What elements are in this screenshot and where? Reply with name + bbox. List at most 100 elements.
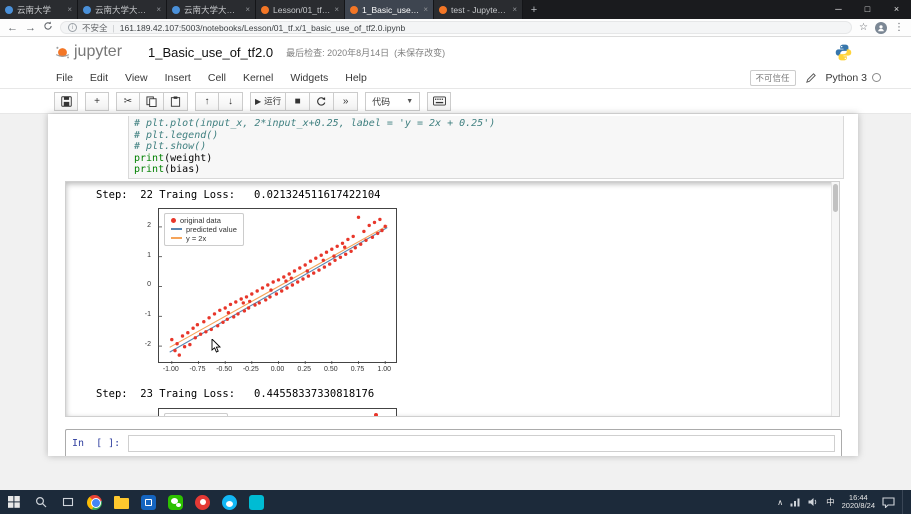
y-axis-tick-labels: 210-1-2: [136, 208, 155, 363]
plot-legend: original data predicted value y = 2x: [164, 213, 244, 246]
file-explorer-icon: [114, 498, 129, 509]
legend-label: predicted value: [186, 225, 237, 234]
start-button[interactable]: [0, 490, 27, 514]
maximize-button[interactable]: □: [853, 0, 882, 19]
kernel-status-icon: [872, 73, 881, 82]
tab-close-icon[interactable]: ×: [512, 5, 517, 14]
menu-insert[interactable]: Insert: [165, 72, 191, 84]
hidden-icons-caret[interactable]: ∧: [777, 498, 783, 507]
tab-close-icon[interactable]: ×: [156, 5, 161, 14]
browser-tab[interactable]: 云南大学 ×: [0, 0, 78, 19]
jupyter-favicon: [439, 6, 447, 14]
jupyter-logo[interactable]: jupyter: [54, 43, 122, 61]
avatar[interactable]: [875, 22, 887, 34]
save-icon: [61, 96, 72, 107]
move-cell-up-button[interactable]: ↑: [195, 92, 219, 111]
menu-kernel[interactable]: Kernel: [243, 72, 273, 84]
scatter-point: [374, 413, 378, 417]
tab-close-icon[interactable]: ×: [67, 5, 72, 14]
tab-title: 云南大学大数据管理系统: [184, 4, 241, 16]
notebook-container: # plt.plot(input_x, 2*input_x+0.25, labe…: [48, 114, 858, 456]
matplotlib-figure-partial: original data: [136, 406, 398, 417]
taskbar-file-explorer-button[interactable]: [108, 490, 135, 514]
taskbar-clock[interactable]: 16:44 2020/8/24: [842, 494, 875, 511]
forward-icon[interactable]: →: [25, 19, 36, 37]
wechat-icon: [168, 495, 183, 510]
taskbar-search-button[interactable]: [27, 490, 54, 514]
empty-code-cell[interactable]: In [ ]:: [65, 429, 842, 456]
plot-area: original data predicted value y = 2x: [158, 208, 397, 363]
action-center-icon[interactable]: [882, 497, 895, 508]
output-text-step22: Step: 22 Traing Loss: 0.0213245116174221…: [96, 189, 839, 201]
restart-run-all-button[interactable]: »: [334, 92, 358, 111]
browser-tab-active[interactable]: 1_Basic_use_of_tf2.0 - Jupyter ×: [345, 0, 434, 19]
paste-cell-button[interactable]: [164, 92, 188, 111]
plot-area-partial: original data: [158, 408, 397, 417]
close-button[interactable]: ×: [882, 0, 911, 19]
site-favicon: [5, 6, 13, 14]
code-cell-input[interactable]: # plt.plot(input_x, 2*input_x+0.25, labe…: [128, 116, 844, 179]
menu-help[interactable]: Help: [345, 72, 367, 84]
url-bar[interactable]: i 不安全 | 161.189.42.107:5003/notebooks/Le…: [60, 21, 852, 34]
cell-type-select[interactable]: 代码 ▼: [365, 92, 420, 111]
code-editor[interactable]: # plt.plot(input_x, 2*input_x+0.25, labe…: [134, 118, 838, 176]
info-icon[interactable]: i: [68, 23, 77, 32]
network-icon[interactable]: [790, 497, 801, 507]
kernel-name: Python 3: [826, 72, 867, 84]
menu-view[interactable]: View: [125, 72, 148, 84]
legend-label: y = 2x: [186, 234, 206, 243]
menu-file[interactable]: File: [56, 72, 73, 84]
notebook-title[interactable]: 1_Basic_use_of_tf2.0: [148, 45, 273, 60]
red-app-icon: [195, 495, 210, 510]
output-scrollbar-thumb[interactable]: [833, 184, 838, 212]
copy-cell-button[interactable]: [140, 92, 164, 111]
cell-output-scroll-area[interactable]: Step: 22 Traing Loss: 0.0213245116174221…: [65, 181, 840, 417]
overflow-menu-icon[interactable]: ⋮: [894, 22, 904, 33]
tab-close-icon[interactable]: ×: [334, 5, 339, 14]
command-palette-button[interactable]: [427, 92, 451, 111]
new-tab-button[interactable]: +: [523, 0, 545, 19]
browser-tab[interactable]: Lesson/01_tf.x/ ×: [256, 0, 345, 19]
tab-close-icon[interactable]: ×: [423, 5, 428, 14]
back-icon[interactable]: ←: [7, 19, 18, 37]
add-cell-button[interactable]: +: [85, 92, 109, 111]
menu-cell[interactable]: Cell: [208, 72, 226, 84]
python-logo-icon: [834, 43, 853, 62]
cut-cell-button[interactable]: ✂: [116, 92, 140, 111]
taskbar-chrome-button[interactable]: [81, 490, 108, 514]
qq-icon: [222, 495, 237, 510]
refresh-icon[interactable]: [43, 19, 53, 37]
tab-title: test - Jupyter Notebook: [451, 5, 508, 15]
menu-widgets[interactable]: Widgets: [290, 72, 328, 84]
browser-tab[interactable]: 云南大学大数据管理平台 ×: [78, 0, 167, 19]
move-cell-down-button[interactable]: ↓: [219, 92, 243, 111]
taskbar-app-button[interactable]: [189, 490, 216, 514]
taskbar-wechat-button[interactable]: [162, 490, 189, 514]
browser-tab[interactable]: 云南大学大数据管理系统 ×: [167, 0, 256, 19]
checkpoint-status: 最后检查: 2020年8月14日: [286, 46, 389, 59]
trust-status-button[interactable]: 不可信任: [750, 70, 796, 86]
chrome-icon: [87, 495, 102, 510]
bookmark-star-icon[interactable]: ☆: [859, 22, 868, 33]
system-tray: ∧ 中 16:44 2020/8/24: [777, 490, 911, 514]
kernel-indicator[interactable]: Python 3: [826, 72, 881, 84]
tab-close-icon[interactable]: ×: [245, 5, 250, 14]
windows-logo-icon: [8, 496, 20, 508]
taskbar-qq-button[interactable]: [216, 490, 243, 514]
jupyter-toolbar: + ✂ ↑ ↓ ▶ 运行 ■: [0, 89, 911, 114]
task-view-button[interactable]: [54, 490, 81, 514]
empty-cell-input[interactable]: [128, 435, 835, 452]
save-button[interactable]: [54, 92, 78, 111]
taskbar-app-button[interactable]: [135, 490, 162, 514]
minimize-button[interactable]: ─: [824, 0, 853, 19]
interrupt-kernel-button[interactable]: ■: [286, 92, 310, 111]
taskbar-app-button[interactable]: [243, 490, 270, 514]
run-cell-button[interactable]: ▶ 运行: [250, 92, 286, 111]
menu-edit[interactable]: Edit: [90, 72, 108, 84]
volume-icon[interactable]: [808, 497, 819, 507]
input-method-indicator[interactable]: 中: [826, 496, 835, 508]
output-scrollbar[interactable]: [831, 182, 839, 416]
browser-tab[interactable]: test - Jupyter Notebook ×: [434, 0, 523, 19]
show-desktop-button[interactable]: [902, 490, 906, 514]
restart-kernel-button[interactable]: [310, 92, 334, 111]
